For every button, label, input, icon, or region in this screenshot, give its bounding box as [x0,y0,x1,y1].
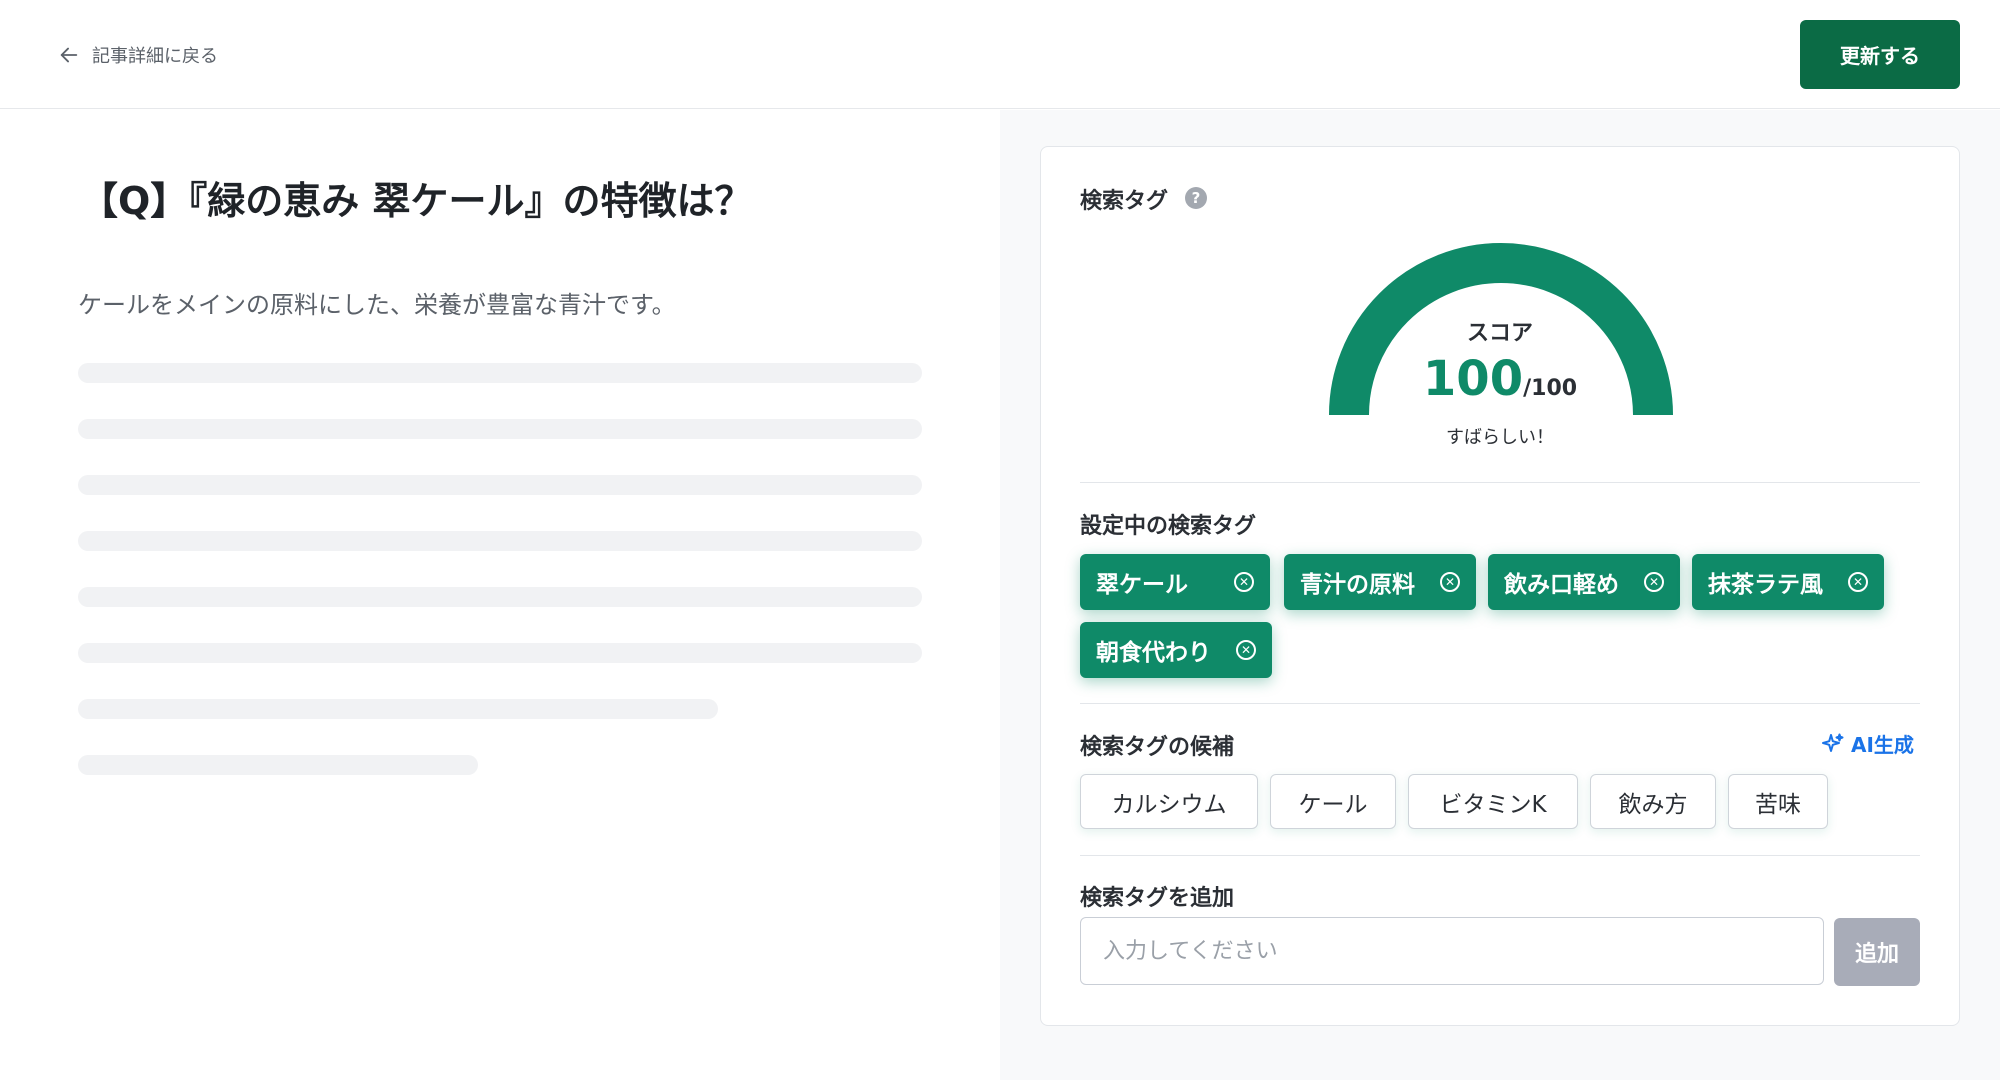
candidate-tag-chip[interactable]: カルシウム [1080,774,1258,829]
active-tag-chip[interactable]: 朝食代わり ✕ [1080,622,1272,678]
tag-label: 抹茶ラテ風 [1708,572,1823,598]
article-description: ケールをメインの原料にした、栄養が豊富な青汁です。 [78,291,676,319]
skeleton-line [78,531,922,551]
tag-label: 翠ケール [1096,572,1188,598]
active-tag-chip[interactable]: 飲み口軽め ✕ [1488,554,1680,610]
close-circle-icon[interactable]: ✕ [1234,572,1254,592]
skeleton-line [78,643,922,663]
score-readout: 100/100 [1041,351,1959,407]
skeleton-line [78,363,922,383]
tag-label: 朝食代わり [1096,640,1211,666]
close-circle-icon[interactable]: ✕ [1236,640,1256,660]
back-link-label: 記事詳細に戻る [92,46,218,67]
question-circle-icon[interactable]: ? [1185,187,1207,209]
divider [1080,855,1920,856]
add-tag-label: 検索タグを追加 [1080,886,1235,911]
skeleton-line [78,755,478,775]
divider [1080,482,1920,483]
search-tag-title: 検索タグ [1080,189,1169,214]
skeleton-line [78,587,922,607]
score-message: すばらしい！ [1446,427,1554,448]
active-tag-chip[interactable]: 青汁の原料 ✕ [1284,554,1476,610]
skeleton-line [78,699,718,719]
candidate-tag-chip[interactable]: ケール [1270,774,1396,829]
ai-generate-label: AI生成 [1851,733,1914,757]
candidate-tag-chip[interactable]: 苦味 [1728,774,1828,829]
divider [1080,703,1920,704]
add-tag-button[interactable]: 追加 [1834,918,1920,986]
search-tag-card: 検索タグ ? スコア 100/100 すばらしい！ 設定中の検索タグ 翠ケール … [1040,146,1960,1026]
back-to-article-link[interactable]: 記事詳細に戻る [58,40,218,70]
active-tags-label: 設定中の検索タグ [1080,514,1257,539]
tag-label: 飲み口軽め [1504,572,1619,598]
score-max: /100 [1523,376,1578,401]
candidate-tag-chip[interactable]: 飲み方 [1590,774,1716,829]
active-tag-chip[interactable]: 抹茶ラテ風 ✕ [1692,554,1884,610]
sparkle-icon [1822,733,1844,752]
update-button[interactable]: 更新する [1800,20,1960,89]
ai-generate-button[interactable]: AI生成 [1821,729,1914,758]
top-bar: 記事詳細に戻る 更新する [0,0,2000,109]
score-value: 100 [1422,351,1524,407]
active-tag-chip[interactable]: 翠ケール ✕ [1080,554,1270,610]
tag-input[interactable] [1080,917,1824,985]
article-pane: 【Q】『緑の恵み 翠ケール』の特徴は？ ケールをメインの原料にした、栄養が豊富な… [0,110,1000,1080]
candidate-tag-chip[interactable]: ビタミンK [1408,774,1578,829]
candidate-tags-label: 検索タグの候補 [1080,735,1235,760]
score-label: スコア [1466,321,1533,346]
tag-label: 青汁の原料 [1300,572,1415,598]
close-circle-icon[interactable]: ✕ [1440,572,1460,592]
article-title: 【Q】『緑の恵み 翠ケール』の特徴は？ [80,179,753,223]
close-circle-icon[interactable]: ✕ [1848,572,1868,592]
arrow-left-icon [60,47,78,63]
close-circle-icon[interactable]: ✕ [1644,572,1664,592]
skeleton-line [78,419,922,439]
skeleton-line [78,475,922,495]
